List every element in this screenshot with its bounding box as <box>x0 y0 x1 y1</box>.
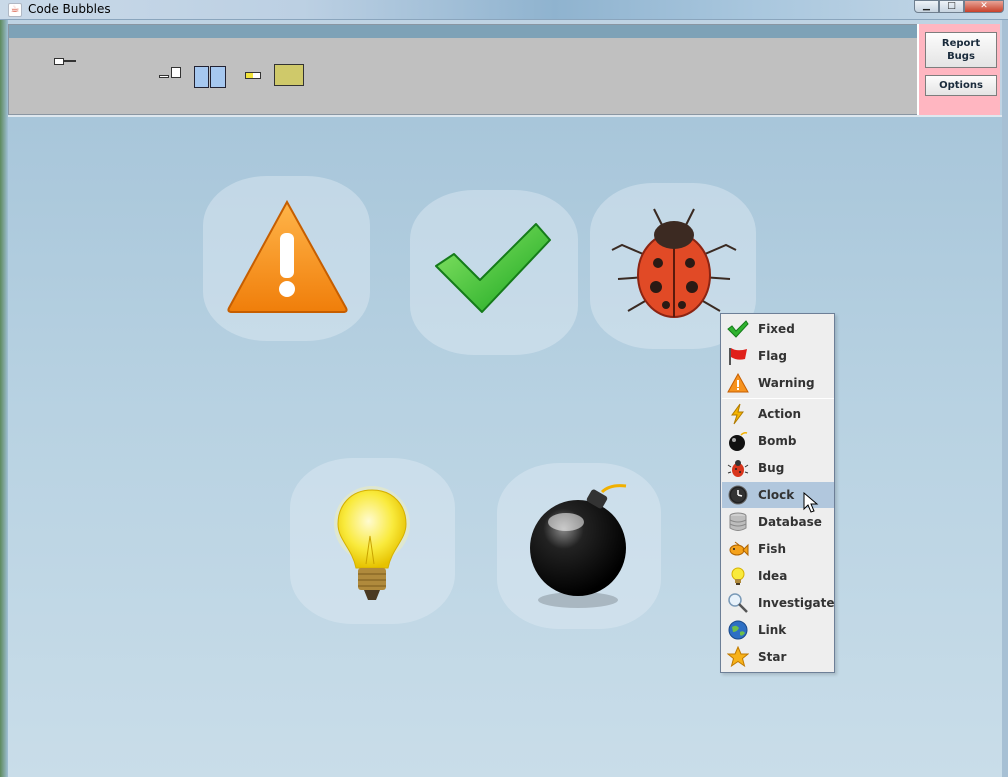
side-panel: Report Bugs Options <box>917 24 1000 115</box>
menu-separator <box>722 398 834 399</box>
menu-item-label: Bomb <box>758 434 797 448</box>
menu-item-label: Fixed <box>758 322 795 336</box>
menu-item-label: Database <box>758 515 822 529</box>
globe-icon <box>727 619 749 641</box>
bug-icon <box>727 457 749 479</box>
overview-bubble-5[interactable] <box>210 66 226 88</box>
warning-icon <box>727 372 749 394</box>
options-button[interactable]: Options <box>925 75 997 96</box>
menu-item-warning[interactable]: Warning <box>722 370 834 396</box>
menu-item-idea[interactable]: Idea <box>722 563 834 589</box>
close-button[interactable]: ✕ <box>964 0 1004 13</box>
window-right-border <box>1002 20 1008 777</box>
java-app-icon: ☕ <box>8 3 22 17</box>
menu-item-bomb[interactable]: Bomb <box>722 428 834 454</box>
overview-panel[interactable] <box>8 24 918 115</box>
menu-item-label: Star <box>758 650 787 664</box>
overview-strip <box>9 25 917 38</box>
window-left-border <box>0 20 8 777</box>
check-icon <box>727 318 749 340</box>
menu-item-label: Fish <box>758 542 786 556</box>
bug-icon <box>611 208 737 318</box>
window-title: Code Bubbles <box>28 2 111 16</box>
idea-icon <box>334 486 410 600</box>
menu-item-label: Idea <box>758 569 788 583</box>
overview-bubble-4[interactable] <box>194 66 209 88</box>
menu-item-label: Bug <box>758 461 785 475</box>
fish-icon <box>727 538 749 560</box>
menu-item-label: Clock <box>758 488 795 502</box>
menu-item-action[interactable]: Action <box>722 401 834 427</box>
minimize-button[interactable]: ▁ <box>914 0 939 13</box>
mouse-cursor-icon <box>803 492 819 513</box>
bomb-icon <box>530 484 627 608</box>
magnifier-icon <box>727 592 749 614</box>
warning-icon <box>227 199 348 313</box>
menu-item-label: Link <box>758 623 787 637</box>
idea-icon <box>727 565 749 587</box>
window-controls: ▁ □ ✕ <box>914 0 1004 13</box>
fixed-icon <box>435 223 551 313</box>
overview-bubble-1[interactable] <box>54 58 64 65</box>
title-bar: ☕ Code Bubbles ▁ □ ✕ <box>0 0 1008 20</box>
overview-bubble-6[interactable] <box>245 72 261 79</box>
flag-icon <box>727 345 749 367</box>
overview-bubble-7[interactable] <box>274 64 304 86</box>
star-icon <box>727 646 749 668</box>
menu-item-label: Warning <box>758 376 815 390</box>
overview-bubble-3[interactable] <box>171 67 181 78</box>
database-icon <box>727 511 749 533</box>
menu-item-fish[interactable]: Fish <box>722 536 834 562</box>
maximize-button[interactable]: □ <box>939 0 964 13</box>
menu-item-flag[interactable]: Flag <box>722 343 834 369</box>
overview-connector <box>64 60 76 62</box>
menu-item-investigate[interactable]: Investigate <box>722 590 835 616</box>
menu-item-fixed[interactable]: Fixed <box>722 316 834 342</box>
overview-bubble-2[interactable] <box>159 75 169 78</box>
menu-item-label: Investigate <box>758 596 835 610</box>
bomb-icon <box>727 430 749 452</box>
menu-item-label: Flag <box>758 349 787 363</box>
lightning-icon <box>727 403 749 425</box>
menu-item-bug[interactable]: Bug <box>722 455 834 481</box>
menu-item-star[interactable]: Star <box>722 644 834 670</box>
clock-icon <box>727 484 749 506</box>
menu-item-link[interactable]: Link <box>722 617 834 643</box>
menu-item-label: Action <box>758 407 802 421</box>
report-bugs-button[interactable]: Report Bugs <box>925 32 997 68</box>
